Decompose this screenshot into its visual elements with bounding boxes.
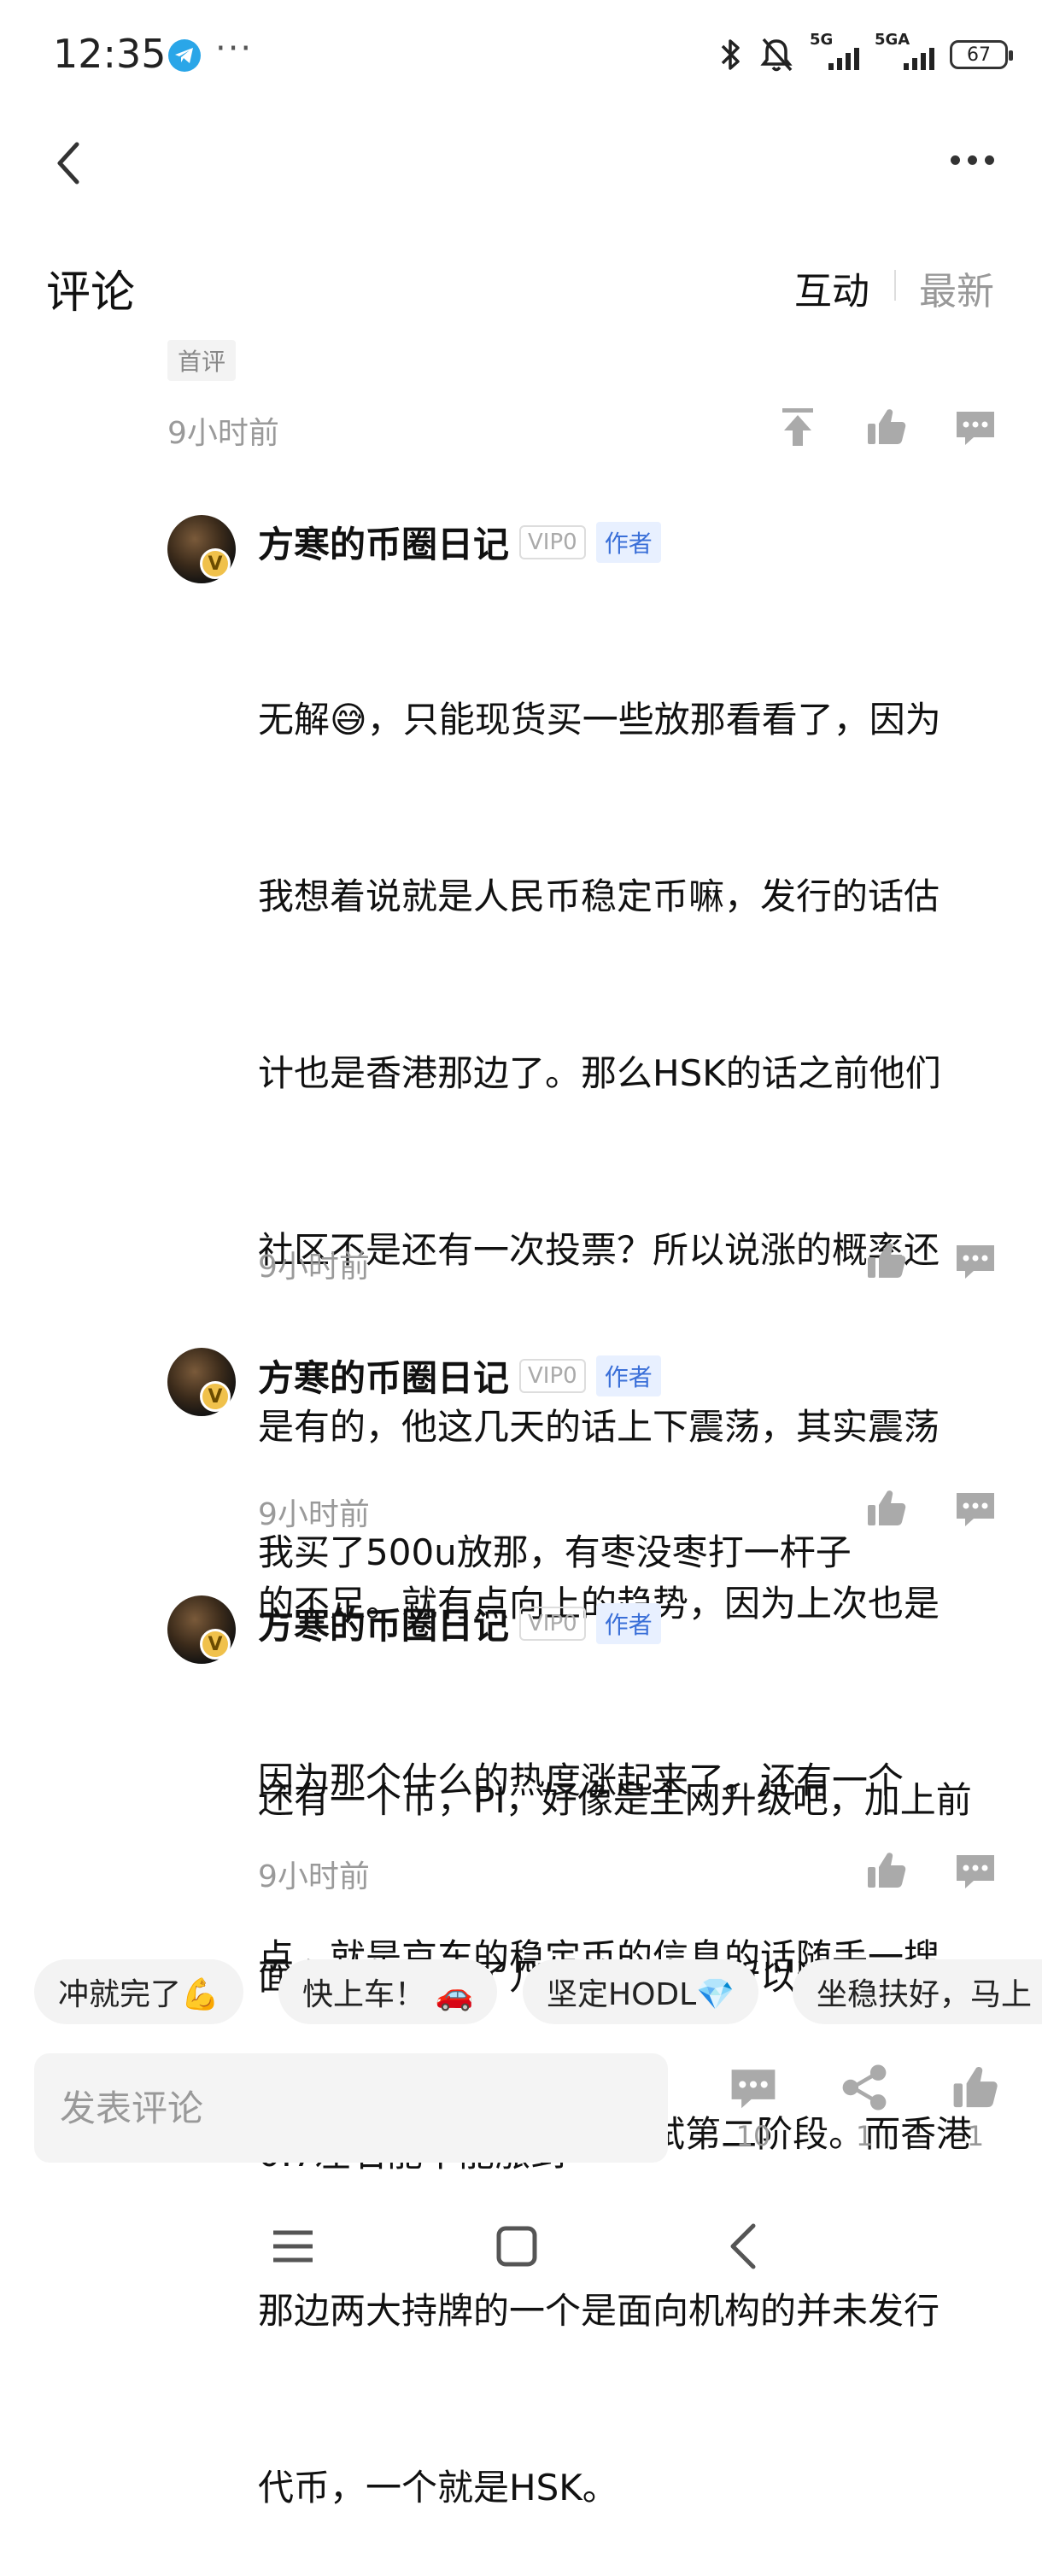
comment-bubble-icon[interactable] — [953, 405, 998, 449]
thumb-up-icon[interactable] — [864, 1238, 909, 1283]
signal-5g-label: 5G — [810, 31, 834, 49]
battery-level: 67 — [967, 44, 991, 66]
battery-icon: 67 — [950, 40, 1013, 69]
verified-v-icon: V — [200, 1629, 231, 1660]
comment-input[interactable] — [34, 2053, 668, 2163]
comment-line: 还有一个币，PI，好像是主网升级吧，加上前 — [258, 1779, 972, 1821]
comment-line: 我买了500u放那，有枣没枣打一杆子 — [258, 1531, 852, 1573]
signal-5ga-label: 5GA — [875, 31, 910, 49]
comment-bubble-icon — [731, 2070, 776, 2109]
quick-reply-chip[interactable]: 快上车！ 🚗 — [278, 1959, 498, 2024]
tab-interact[interactable]: 互动 — [794, 261, 869, 315]
comment-line: 计也是香港那边了。那么HSK的话之前他们 — [258, 1052, 941, 1094]
bluetooth-icon — [721, 39, 740, 70]
comment-time: 9小时前 — [258, 1859, 370, 1894]
first-comment-badge: 首评 — [167, 340, 237, 381]
comment-time: 9小时前 — [258, 1250, 370, 1285]
status-icons: 5G 5GA 67 — [717, 31, 1013, 77]
quick-reply-chip[interactable]: 冲就完了💪 — [34, 1959, 243, 2024]
chevron-left-icon — [57, 142, 79, 184]
like-count: 1 — [966, 2120, 985, 2152]
author-badge: 作者 — [595, 1602, 661, 1644]
comment-bubble-icon[interactable] — [953, 1848, 998, 1893]
author-badge: 作者 — [595, 1355, 661, 1396]
home-button[interactable] — [495, 2221, 538, 2272]
comment-bubble-icon[interactable] — [953, 1238, 998, 1283]
telegram-icon — [168, 39, 201, 72]
comment-line: 社区不是还有一次投票？所以说涨的概率还 — [258, 1229, 940, 1271]
quick-reply-chip[interactable]: 坐稳扶好，马上 — [793, 1959, 1042, 2024]
comments-button[interactable]: 10 — [711, 2062, 796, 2152]
share-button[interactable]: 1 — [822, 2062, 907, 2152]
comment-bubble-icon[interactable] — [953, 1486, 998, 1531]
quick-reply-chip[interactable]: 坚定HODL💎 — [523, 1959, 759, 2024]
comment-line: 那边两大持牌的一个是面向机构的并未发行 — [258, 2290, 940, 2332]
thumb-up-icon[interactable] — [864, 1848, 909, 1893]
comment-time: 9小时前 — [258, 1497, 370, 1532]
thumb-up-icon — [953, 2067, 998, 2108]
comment-count: 10 — [735, 2120, 771, 2152]
comments-title: 评论 — [46, 267, 136, 319]
vip-badge: VIP0 — [519, 524, 586, 559]
more-horizontal-icon — [951, 155, 960, 165]
comment-line: 无解😅，只能现货买一些放那看看了，因为 — [258, 699, 941, 741]
username[interactable]: 方寒的币圈日记 — [258, 1597, 509, 1649]
vip-badge: VIP0 — [519, 1358, 586, 1393]
signal-5g-icon: 5G — [810, 31, 859, 70]
status-time: 12:35 — [53, 31, 167, 77]
system-back-button[interactable] — [726, 2221, 760, 2272]
mute-bell-icon — [760, 38, 793, 72]
author-badge: 作者 — [595, 521, 661, 563]
signal-5ga-icon: 5GA — [875, 31, 934, 70]
comment-time: 9小时前 — [167, 416, 279, 451]
comment-author-row: 方寒的币圈日记 VIP0 作者 — [258, 1597, 661, 1649]
verified-v-icon: V — [200, 1381, 231, 1412]
like-button[interactable]: 1 — [933, 2062, 1018, 2152]
comment-line: 代币，一个就是HSK。 — [258, 2467, 618, 2509]
pin-top-button[interactable] — [776, 405, 820, 449]
comment-line: 我想着说就是人民币稳定币嘛，发行的话估 — [258, 875, 940, 917]
username[interactable]: 方寒的币圈日记 — [258, 1349, 509, 1402]
more-options-button[interactable] — [951, 155, 994, 165]
thumb-up-icon[interactable] — [864, 405, 909, 449]
status-more-icon: ··· — [215, 29, 254, 68]
username[interactable]: 方寒的币圈日记 — [258, 516, 509, 568]
vip-badge: VIP0 — [519, 1606, 586, 1641]
share-icon — [842, 2064, 887, 2111]
verified-v-icon: V — [200, 548, 231, 579]
back-button[interactable] — [53, 141, 84, 189]
menu-recents-button[interactable] — [272, 2221, 314, 2272]
thumb-up-icon[interactable] — [864, 1486, 909, 1531]
comment-author-row: 方寒的币圈日记 VIP0 作者 — [258, 1349, 661, 1402]
share-count: 1 — [855, 2120, 874, 2152]
comment-author-row: 方寒的币圈日记 VIP0 作者 — [258, 516, 661, 568]
tab-divider — [894, 270, 896, 301]
tab-latest[interactable]: 最新 — [919, 261, 994, 315]
